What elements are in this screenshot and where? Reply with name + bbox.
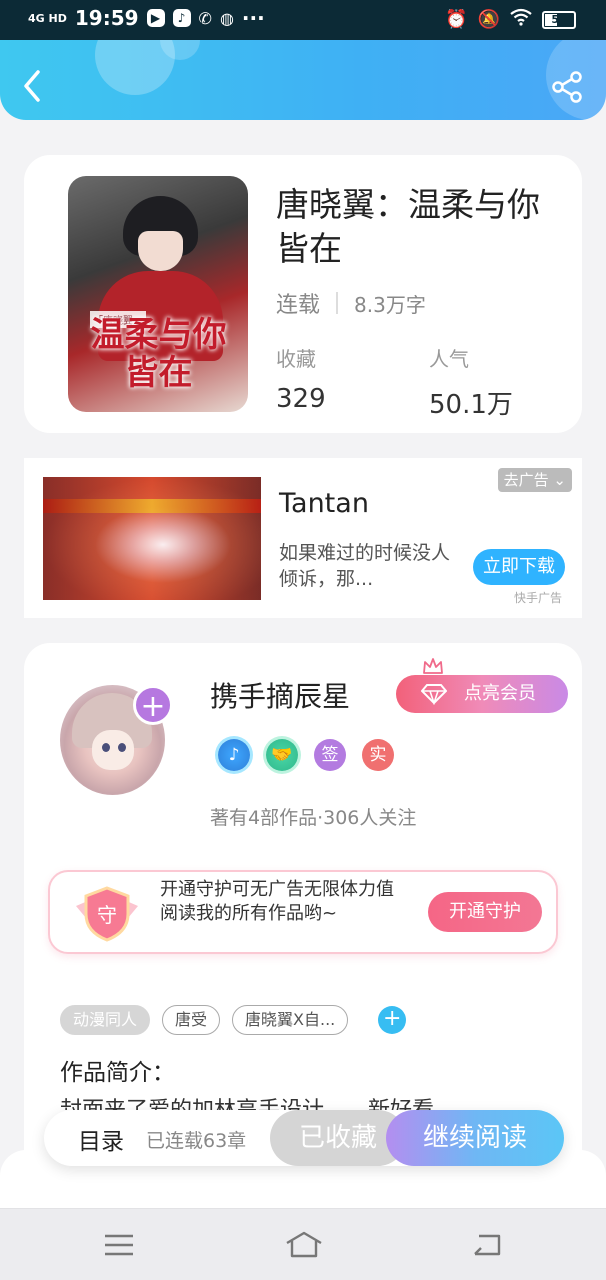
ad-download-button[interactable]: 立即下载: [473, 549, 565, 585]
add-tag-button[interactable]: +: [378, 1006, 407, 1034]
system-nav-bar: [0, 1208, 606, 1280]
word-count: 8.3万字: [354, 292, 426, 317]
guard-text: 开通守护可无广告无限体力值阅读我的所有作品哟~: [160, 879, 394, 924]
popularity-stat: 人气 50.1万: [429, 343, 513, 421]
toc-button[interactable]: 目录: [78, 1122, 124, 1156]
status-bar: 4G HD 19:59 ▶ ♪ ✆ ◍ ··· ⏰ 🔕 51: [0, 0, 606, 40]
book-title: 唐晓翼：温柔与你皆在: [276, 185, 540, 268]
battery-icon: 51: [542, 10, 576, 29]
shield-icon: 守: [76, 886, 138, 942]
favorites-stat: 收藏 329: [276, 343, 326, 414]
tag-list: 动漫同人 唐受 唐晓翼X自... +: [60, 1005, 407, 1035]
status-time: 19:59: [74, 6, 139, 30]
header: 4G HD 19:59 ▶ ♪ ✆ ◍ ··· ⏰ 🔕 51: [0, 0, 606, 120]
alarm-icon: ⏰: [445, 9, 468, 30]
ad-image[interactable]: [43, 477, 261, 600]
book-status: 连载: [276, 293, 321, 318]
book-info-card: 「唐晓翼」 温柔与你皆在 唐晓翼：温柔与你皆在 连载 8.3万字 收藏 329 …: [24, 155, 582, 433]
tag-item[interactable]: 唐晓翼X自...: [232, 1005, 349, 1035]
action-bar: 目录 已连载63章 已收藏 继续阅读: [44, 1110, 564, 1166]
guard-promo[interactable]: 守 开通守护可无广告无限体力值阅读我的所有作品哟~ 开通守护: [48, 870, 558, 954]
tag-item[interactable]: 唐受: [162, 1005, 221, 1035]
favorites-value: 329: [276, 384, 326, 414]
divider: [336, 292, 339, 314]
vip-button[interactable]: 点亮会员: [396, 675, 568, 713]
book-cover[interactable]: 「唐晓翼」 温柔与你皆在: [68, 176, 248, 412]
music-badge-icon: ♪: [218, 739, 250, 771]
verified-badge: 实: [362, 739, 394, 771]
wifi-icon: [510, 8, 532, 31]
mute-icon: 🔕: [477, 9, 500, 30]
back-button[interactable]: [18, 68, 48, 104]
cover-title: 温柔与你皆在: [90, 315, 227, 393]
ad-description: 如果难过的时候没人倾诉，那...: [279, 542, 451, 590]
share-button[interactable]: [550, 70, 584, 104]
chat-icon: ◍: [219, 8, 234, 28]
tiktok-app-icon: ♪: [172, 9, 191, 27]
ad-title: Tantan: [279, 488, 369, 519]
remove-ad-button[interactable]: 去广告 ⌄: [497, 468, 572, 492]
svg-text:守: 守: [97, 903, 117, 927]
signed-badge: 签: [314, 739, 346, 771]
back-nav-icon[interactable]: [471, 1231, 503, 1259]
back-arrow-icon: [24, 70, 40, 102]
open-guard-button[interactable]: 开通守护: [428, 892, 542, 932]
favorites-label: 收藏: [276, 347, 316, 371]
author-badges: ♪ 🤝 签 实: [218, 739, 394, 771]
video-app-icon: ▶: [146, 9, 165, 27]
tag-item[interactable]: 动漫同人: [60, 1005, 151, 1035]
home-icon[interactable]: [284, 1231, 324, 1259]
menu-icon[interactable]: [103, 1231, 135, 1259]
ad-source: 快手广告: [514, 591, 563, 605]
popularity-label: 人气: [429, 347, 469, 371]
author-name[interactable]: 携手摘辰星: [210, 675, 350, 715]
network-indicator: 4G HD: [28, 11, 67, 25]
chapter-count[interactable]: 已连载63章: [146, 1126, 246, 1153]
more-notifications-icon: ···: [241, 6, 265, 30]
chevron-down-icon: ⌄: [553, 471, 566, 489]
author-stats: 著有4部作品·306人关注: [210, 807, 417, 829]
continue-reading-button[interactable]: 继续阅读: [386, 1110, 564, 1166]
follow-button[interactable]: +: [133, 685, 173, 725]
crown-icon: [423, 658, 443, 674]
intro-text: 封面来了爱的加林高手设计……新好看……: [60, 1098, 540, 1110]
handshake-badge-icon: 🤝: [266, 739, 298, 771]
popularity-value: 50.1万: [429, 390, 513, 420]
phone-icon: ✆: [198, 8, 212, 28]
intro-title: 作品简介：: [60, 1060, 175, 1086]
book-meta: 连载 8.3万字: [276, 287, 426, 319]
diamond-icon: [421, 684, 447, 705]
ad-banner[interactable]: Tantan 如果难过的时候没人倾诉，那... 去广告 ⌄ 立即下载 快手广告: [24, 458, 582, 618]
share-icon: [552, 71, 582, 103]
